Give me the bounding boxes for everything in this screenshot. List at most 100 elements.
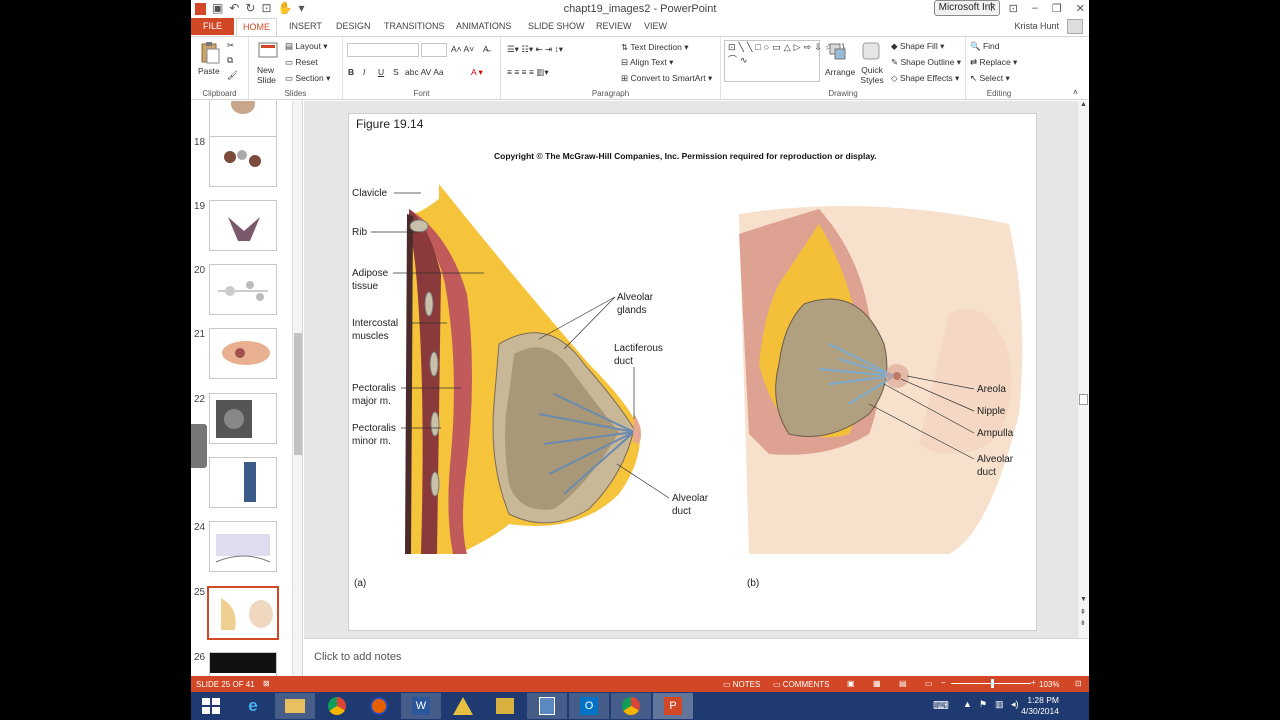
- find-button[interactable]: 🔍 Find: [970, 41, 1000, 52]
- current-slide[interactable]: Figure 19.14 Copyright © The McGraw-Hill…: [348, 113, 1037, 631]
- zoom-in-icon[interactable]: +: [1031, 678, 1036, 687]
- slide-thumbnail-25[interactable]: [207, 586, 279, 640]
- quick-styles-button[interactable]: Quick Styles: [859, 65, 885, 85]
- collapse-ribbon-icon[interactable]: ˄: [1073, 87, 1078, 97]
- shapes-gallery[interactable]: ⊡╲╲□○▭△▷⇨⇩☆{}⌒∿: [724, 40, 845, 82]
- slide-thumbnail-20[interactable]: [209, 264, 277, 315]
- comments-button[interactable]: ▭ COMMENTS: [773, 680, 829, 689]
- chrome-app-2[interactable]: [611, 693, 651, 719]
- user-name[interactable]: Krista Hunt: [1014, 21, 1059, 31]
- arrange-button[interactable]: Arrange: [825, 67, 855, 77]
- clear-formatting-icon[interactable]: A̶: [483, 44, 489, 54]
- arrange-icon[interactable]: [829, 43, 847, 61]
- zoom-out-icon[interactable]: –: [941, 678, 945, 687]
- system-clock[interactable]: 1:28 PM 4/30/2014: [1021, 695, 1059, 717]
- tab-view[interactable]: VIEW: [644, 21, 667, 31]
- slide-thumbnail-22[interactable]: [209, 393, 277, 444]
- app-triangle[interactable]: [443, 693, 483, 719]
- tray-expand-icon[interactable]: ▲: [963, 699, 972, 709]
- replace-button[interactable]: ⇄ Replace ▾: [970, 57, 1017, 68]
- paste-button[interactable]: Paste: [198, 66, 220, 76]
- fit-slide-icon[interactable]: ⊡: [1075, 679, 1082, 688]
- slide-thumbnail-18[interactable]: [209, 136, 277, 187]
- zoom-slider-thumb[interactable]: [991, 679, 994, 688]
- ribbon-display-icon[interactable]: ⊡: [1009, 2, 1018, 15]
- start-button[interactable]: [191, 693, 231, 719]
- pen-tool-tab[interactable]: [191, 424, 207, 468]
- notes-button[interactable]: ▭ NOTES: [723, 680, 760, 689]
- slide-thumbnail-24[interactable]: [209, 521, 277, 572]
- keyboard-icon[interactable]: ⌨: [933, 699, 949, 712]
- text-direction-button[interactable]: ⇅ Text Direction ▾: [621, 42, 688, 53]
- notes-placeholder[interactable]: Click to add notes: [314, 651, 401, 663]
- tab-review[interactable]: REVIEW: [596, 21, 632, 31]
- slide-show-icon[interactable]: ▭: [925, 679, 933, 688]
- shape-fill-button[interactable]: ◆ Shape Fill ▾: [891, 41, 944, 52]
- font-size-combo[interactable]: [421, 43, 447, 57]
- network-icon[interactable]: ▥: [995, 699, 1004, 710]
- scroll-down-icon[interactable]: ▼: [1080, 596, 1087, 603]
- scrollbar-thumb[interactable]: [294, 333, 302, 455]
- paste-icon[interactable]: [199, 41, 221, 65]
- help-icon[interactable]: ?: [988, 2, 994, 15]
- slide-thumbnail-21[interactable]: [209, 328, 277, 379]
- zoom-slider[interactable]: [951, 679, 1031, 688]
- tab-slide-show[interactable]: SLIDE SHOW: [528, 21, 585, 31]
- shape-outline-button[interactable]: ✎ Shape Outline ▾: [891, 57, 961, 68]
- quick-styles-icon[interactable]: [861, 41, 881, 61]
- internet-explorer-app[interactable]: e: [233, 693, 273, 719]
- grow-font-icon[interactable]: A˄ A˅: [451, 44, 474, 54]
- app-notebook[interactable]: [527, 693, 567, 719]
- firefox-app[interactable]: [359, 693, 399, 719]
- tab-file[interactable]: FILE: [191, 18, 234, 35]
- slide-thumbnail-19[interactable]: [209, 200, 277, 251]
- scrollbar-thumb[interactable]: [1079, 394, 1088, 405]
- copy-icon[interactable]: ⧉: [227, 55, 233, 66]
- slide-thumbnail-26[interactable]: [209, 652, 277, 676]
- reading-view-icon[interactable]: ▤: [899, 679, 907, 688]
- font-name-combo[interactable]: [347, 43, 419, 57]
- bold-button[interactable]: B: [348, 67, 354, 77]
- new-slide-icon[interactable]: [257, 41, 279, 61]
- scroll-up-icon[interactable]: ▲: [1080, 101, 1087, 108]
- zoom-level[interactable]: 103%: [1039, 680, 1059, 689]
- slide-thumbnail-23[interactable]: [209, 457, 277, 508]
- format-painter-icon[interactable]: 🖌: [227, 70, 238, 81]
- new-slide-button[interactable]: New Slide: [257, 65, 281, 85]
- section-button[interactable]: ▭ Section ▾: [285, 73, 330, 84]
- avatar[interactable]: [1067, 19, 1083, 34]
- cut-icon[interactable]: ✂: [227, 40, 234, 51]
- align-left-icon[interactable]: ≡ ≡ ≡ ≡ ▥▾: [507, 67, 549, 78]
- shape-effects-button[interactable]: ◇ Shape Effects ▾: [891, 73, 959, 84]
- tab-design[interactable]: DESIGN: [336, 21, 371, 31]
- select-button[interactable]: ↖ Select ▾: [970, 73, 1010, 84]
- slide-sorter-icon[interactable]: ▦: [873, 679, 881, 688]
- tab-home[interactable]: HOME: [236, 18, 277, 36]
- notes-pane[interactable]: Click to add notes: [304, 638, 1089, 676]
- app-yellow[interactable]: [485, 693, 525, 719]
- word-app[interactable]: W: [401, 693, 441, 719]
- thumbnail-scrollbar[interactable]: [292, 101, 302, 676]
- next-slide-icon[interactable]: ⇟: [1080, 619, 1086, 627]
- shadow-button[interactable]: S: [393, 67, 399, 77]
- italic-button[interactable]: I: [363, 67, 365, 77]
- minimize-icon[interactable]: –: [1032, 2, 1038, 15]
- slide-scrollbar[interactable]: ▲ ▼ ⇞ ⇟: [1077, 101, 1089, 638]
- reset-button[interactable]: ▭ Reset: [285, 57, 318, 68]
- bullets-icon[interactable]: ☰▾ ☷▾ ⇤ ⇥ ↕▾: [507, 44, 563, 55]
- tab-transitions[interactable]: TRANSITIONS: [384, 21, 445, 31]
- close-icon[interactable]: ✕: [1076, 2, 1085, 15]
- strikethrough-icon[interactable]: abc AV Aa: [405, 67, 444, 77]
- tab-insert[interactable]: INSERT: [289, 21, 322, 31]
- slide-thumbnail[interactable]: [209, 101, 277, 140]
- flag-icon[interactable]: ⚑: [979, 699, 987, 710]
- convert-smartart-button[interactable]: ⊞ Convert to SmartArt ▾: [621, 73, 712, 84]
- previous-slide-icon[interactable]: ⇞: [1080, 608, 1086, 616]
- spelling-check-icon[interactable]: ⊠: [263, 679, 270, 688]
- font-color-icon[interactable]: A ▾: [471, 67, 483, 78]
- file-explorer-app[interactable]: [275, 693, 315, 719]
- normal-view-icon[interactable]: ▣: [847, 679, 855, 688]
- tab-animations[interactable]: ANIMATIONS: [456, 21, 511, 31]
- outlook-app[interactable]: O: [569, 693, 609, 719]
- align-text-button[interactable]: ⊟ Align Text ▾: [621, 57, 673, 68]
